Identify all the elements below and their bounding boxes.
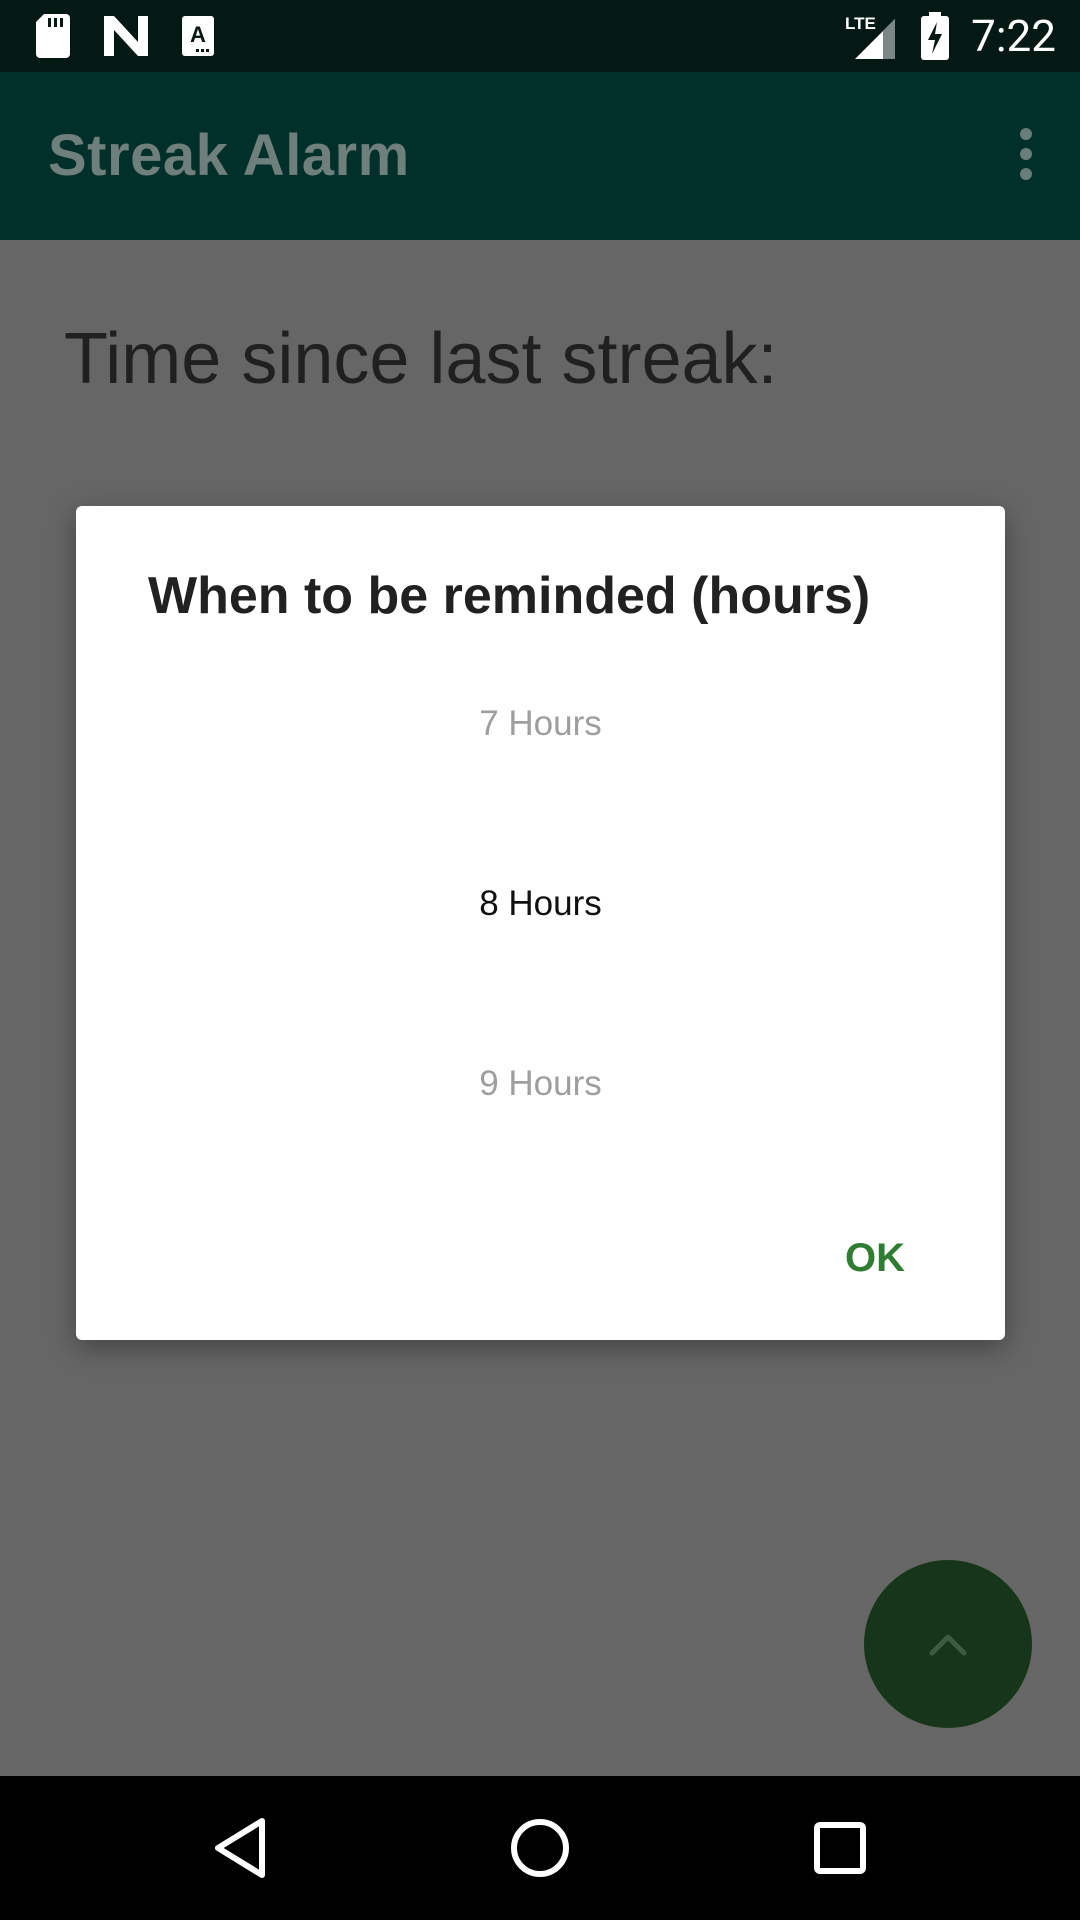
app-bar: Streak Alarm [0, 72, 1080, 240]
text-a-icon: A [182, 16, 214, 56]
picker-item-previous[interactable]: 7 Hours [76, 704, 1005, 744]
chevron-up-icon [929, 1634, 967, 1656]
back-button[interactable] [200, 1808, 280, 1888]
home-icon [511, 1819, 569, 1877]
notification-icons: A [36, 14, 214, 58]
recents-button[interactable] [800, 1808, 880, 1888]
clock: 7:22 [971, 10, 1056, 62]
app-title: Streak Alarm [48, 123, 410, 188]
battery-charging-icon [921, 12, 950, 60]
n-logo-icon [104, 16, 148, 56]
recents-icon [814, 1822, 866, 1874]
overflow-menu-icon[interactable] [1016, 128, 1036, 184]
signal-icon: LTE [845, 14, 896, 59]
sd-card-icon [36, 14, 70, 58]
fab-button[interactable] [864, 1560, 1032, 1728]
system-status-icons: LTE 7:22 [843, 8, 1056, 64]
home-button[interactable] [500, 1808, 580, 1888]
picker-item-selected[interactable]: 8 Hours [76, 884, 1005, 924]
dialog-title: When to be reminded (hours) [148, 567, 871, 625]
reminder-dialog: When to be reminded (hours) 7 Hours 8 Ho… [76, 506, 1005, 1340]
navigation-bar [0, 1776, 1080, 1920]
picker-item-next[interactable]: 9 Hours [76, 1064, 1005, 1104]
time-since-heading: Time since last streak: [64, 319, 778, 399]
network-label: LTE [845, 14, 876, 33]
status-bar: A LTE 7:22 [0, 0, 1080, 72]
ok-button[interactable]: OK [845, 1236, 905, 1281]
svg-text:A: A [190, 22, 206, 47]
back-icon [215, 1818, 265, 1878]
